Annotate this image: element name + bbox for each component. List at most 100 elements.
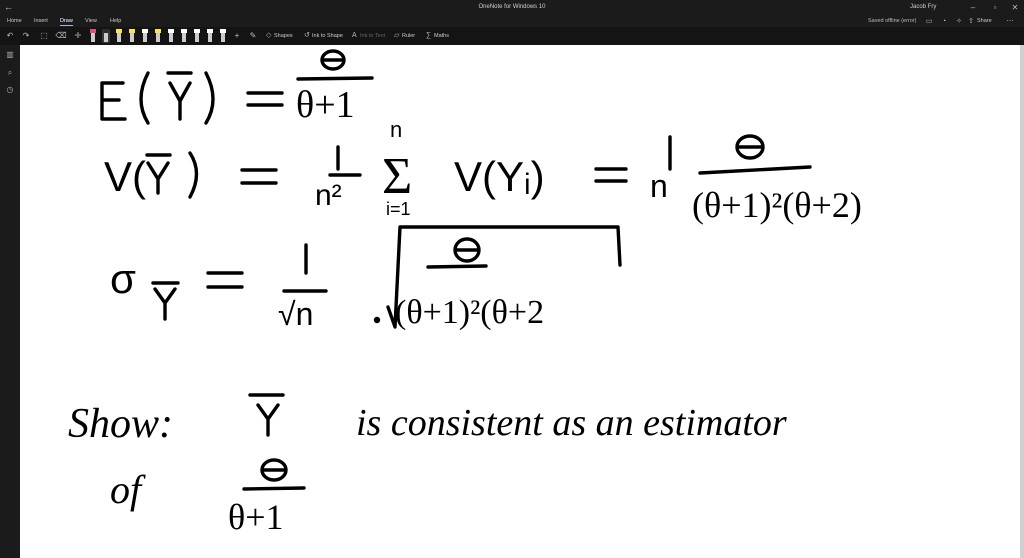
- close-icon[interactable]: ✕: [1010, 3, 1020, 13]
- ink-statement: is consistent as an estimator: [356, 402, 787, 444]
- pen-body: [208, 33, 212, 42]
- ink-to-shape-icon: ↺: [304, 32, 310, 39]
- ink-fraction-bar-3: [426, 264, 488, 269]
- ink-fraction-bar-5: [242, 486, 306, 491]
- redo-icon[interactable]: ↷: [20, 29, 32, 42]
- ink-equals: [246, 91, 284, 107]
- recent-icon[interactable]: ◷: [5, 85, 15, 95]
- pen-8[interactable]: [180, 29, 188, 43]
- ink-sigma-lower: σ: [110, 255, 136, 302]
- share-button[interactable]: Share: [977, 18, 992, 24]
- ink-V: V(: [104, 153, 146, 200]
- equation-expectation: θ+1: [100, 49, 374, 126]
- ruler-label: Ruler: [402, 33, 416, 39]
- ink-dot: [373, 316, 381, 324]
- ink-one-over: [328, 145, 362, 177]
- maths-label: Maths: [434, 33, 449, 39]
- share-icon[interactable]: ⇪: [966, 17, 976, 27]
- user-name[interactable]: Jacob Fry: [910, 4, 936, 10]
- navigation-sidebar: ▥ ⌕ ◷: [0, 45, 20, 558]
- pen-body: [143, 33, 147, 42]
- ink-layer: θ+1 V( n² n Σ i=1 V(Yᵢ) n (θ+1)²(θ+2) σ: [68, 49, 862, 537]
- add-pen-icon[interactable]: +: [231, 29, 243, 42]
- ink-to-text-icon: A: [352, 32, 357, 39]
- pen-body: [195, 33, 199, 42]
- pen-6[interactable]: [154, 29, 162, 43]
- maths-button[interactable]: ∑ Maths: [426, 31, 449, 41]
- pen-body: [156, 33, 160, 42]
- ink-Y-2: [146, 161, 170, 195]
- ink-show: Show:: [68, 401, 173, 447]
- ink-E: [100, 81, 127, 121]
- title-bar: ← OneNote for Windows 10 Jacob Fry – ▫ ✕: [0, 0, 1024, 16]
- pen-1[interactable]: [89, 29, 97, 43]
- more-icon[interactable]: ⋯: [1005, 17, 1015, 27]
- ink-sqrt-n: √n: [278, 296, 313, 332]
- minimize-icon[interactable]: –: [968, 3, 978, 13]
- ink-fraction-bar-2: [698, 165, 812, 175]
- bell-icon[interactable]: ◔: [939, 17, 949, 27]
- ink-one-over-2: [282, 243, 328, 293]
- tab-home[interactable]: Home: [7, 18, 22, 24]
- pen-4[interactable]: [128, 29, 136, 43]
- pen-body: [169, 33, 173, 42]
- pen-mode-icon[interactable]: ✎: [247, 29, 259, 42]
- statement-target: of θ+1: [110, 458, 306, 537]
- lightbulb-icon[interactable]: ✧: [954, 17, 964, 27]
- ink-term: V(Yᵢ): [454, 153, 545, 200]
- notebooks-icon[interactable]: ▥: [5, 50, 15, 60]
- undo-icon[interactable]: ↶: [4, 29, 16, 42]
- pen-2[interactable]: [102, 29, 110, 43]
- vertical-scrollbar[interactable]: [1020, 45, 1024, 558]
- note-canvas[interactable]: θ+1 V( n² n Σ i=1 V(Yᵢ) n (θ+1)²(θ+2) σ: [20, 45, 1024, 558]
- shapes-button[interactable]: ◇ Shapes: [266, 31, 293, 41]
- ink-sum-bottom: i=1: [386, 199, 411, 219]
- ink-rhs-den: (θ+1)²(θ+2): [692, 185, 862, 225]
- tab-draw[interactable]: Draw: [60, 18, 73, 26]
- equation-std-dev: σ √n (θ+1)²(θ+2: [110, 225, 622, 332]
- ruler-button[interactable]: ▱ Ruler: [394, 31, 415, 41]
- pen-body: [91, 33, 95, 42]
- statement-consistency: Show: is consistent as an estimator: [68, 393, 787, 447]
- ink-to-shape-label: Ink to Shape: [312, 33, 343, 39]
- draw-ribbon: ↶ ↷ ⬚ ⌫ ✛ + ✎ ◇ Shapes ↺ Ink to Shape A Ink…: [0, 27, 1024, 46]
- tab-insert[interactable]: Insert: [34, 18, 48, 24]
- pen-body: [117, 33, 121, 42]
- pen-11[interactable]: [219, 29, 227, 43]
- search-icon[interactable]: ⌕: [5, 68, 15, 78]
- pen-body: [221, 33, 225, 42]
- ink-sigma: Σ: [382, 148, 412, 205]
- menu-bar: Home Insert Draw View Help Saved offline…: [0, 16, 1024, 27]
- add-space-icon[interactable]: ✛: [72, 29, 84, 42]
- tablet-icon[interactable]: ▭: [924, 17, 934, 27]
- ink-paren-close: [204, 71, 215, 125]
- lasso-select-icon[interactable]: ⬚: [38, 29, 50, 42]
- maximize-icon[interactable]: ▫: [990, 3, 1000, 13]
- pen-body: [130, 33, 134, 42]
- shapes-icon: ◇: [266, 32, 272, 39]
- ink-paren-close-2: [188, 151, 199, 199]
- eraser-icon[interactable]: ⌫: [55, 29, 67, 42]
- pen-3[interactable]: [115, 29, 123, 43]
- ink-n-squared: n²: [315, 179, 342, 212]
- ink-denominator: θ+1: [296, 84, 355, 126]
- pen-5[interactable]: [141, 29, 149, 43]
- pen-9[interactable]: [193, 29, 201, 43]
- ink-to-shape-button[interactable]: ↺ Ink to Shape: [304, 31, 343, 41]
- pen-7[interactable]: [167, 29, 175, 43]
- pen-body: [104, 33, 108, 42]
- ink-den-5: θ+1: [228, 497, 284, 537]
- ink-n: n: [650, 168, 668, 204]
- ink-equals-4: [206, 271, 244, 289]
- tab-help[interactable]: Help: [110, 18, 121, 24]
- ink-fraction-bar: [296, 76, 374, 81]
- ink-of: of: [110, 467, 146, 512]
- ink-paren-open: [139, 71, 150, 125]
- maths-icon: ∑: [426, 32, 431, 39]
- tab-view[interactable]: View: [85, 18, 97, 24]
- ink-equals-2: [240, 168, 278, 185]
- sync-status[interactable]: Saved offline (error): [868, 18, 917, 24]
- ink-Y-4: [256, 403, 280, 437]
- pen-10[interactable]: [206, 29, 214, 43]
- ink-to-text-button[interactable]: A Ink to Text: [352, 31, 385, 41]
